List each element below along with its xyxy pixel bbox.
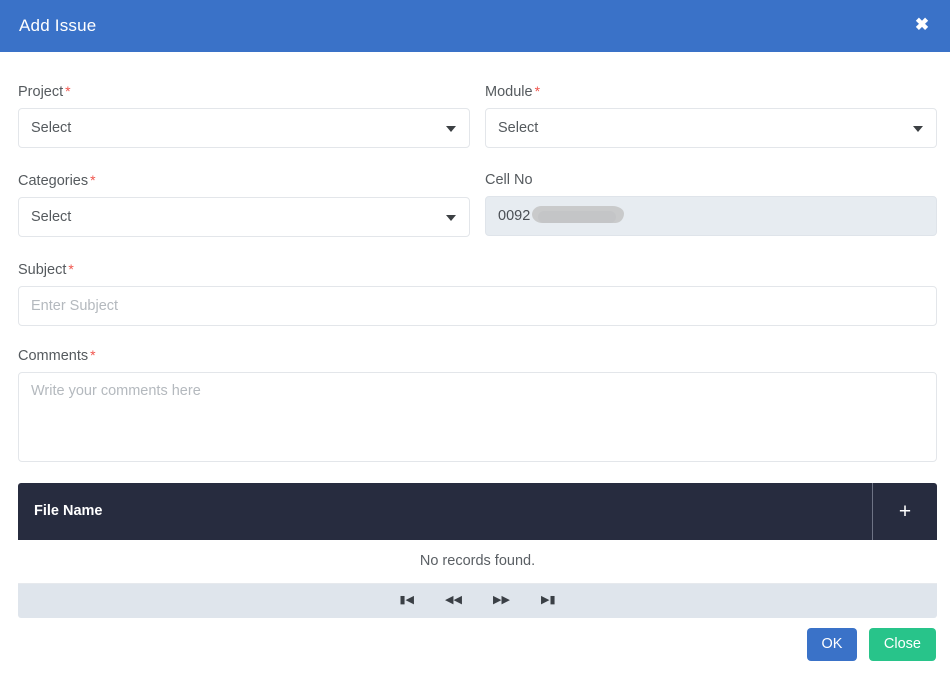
file-table: File Name + No records found. ▮◀ ◀◀ ▶▶ ▶… [18, 483, 937, 618]
column-divider [872, 483, 873, 540]
field-label-categories-text: Categories [18, 173, 88, 189]
module-select[interactable]: Select [485, 108, 937, 148]
ok-button[interactable]: OK [807, 628, 858, 661]
empty-state-message: No records found. [18, 540, 937, 584]
column-header-file-name: File Name [34, 503, 103, 519]
pagination-next-icon[interactable]: ▶▶ [493, 593, 510, 607]
pagination-first-icon[interactable]: ▮◀ [399, 593, 414, 607]
field-subject: Subject* [18, 260, 937, 326]
file-table-header: File Name + [18, 483, 937, 540]
pagination-controls: ▮◀ ◀◀ ▶▶ ▶▮ [18, 593, 937, 607]
redaction-overlay [532, 206, 624, 223]
pagination-last-icon[interactable]: ▶▮ [541, 593, 556, 607]
modal-header: Add Issue ✖ [0, 0, 950, 52]
comments-textarea[interactable] [18, 372, 937, 462]
required-marker: * [535, 83, 540, 99]
module-select-value: Select [498, 120, 538, 136]
chevron-down-icon [913, 126, 923, 132]
chevron-down-icon [446, 126, 456, 132]
close-icon[interactable]: ✖ [910, 13, 934, 37]
field-categories: Categories* Select [18, 171, 470, 237]
chevron-down-icon [446, 215, 456, 221]
field-cell-no: Cell No 0092 [485, 171, 937, 236]
required-marker: * [90, 172, 95, 188]
field-module: Module* Select [485, 82, 937, 148]
categories-select[interactable]: Select [18, 197, 470, 237]
field-label-categories: Categories* [18, 171, 470, 190]
pagination-bar: ▮◀ ◀◀ ▶▶ ▶▮ [18, 584, 937, 618]
close-button[interactable]: Close [869, 628, 936, 661]
field-label-comments: Comments* [18, 346, 937, 365]
field-label-cell-no: Cell No [485, 171, 937, 189]
required-marker: * [90, 347, 95, 363]
field-comments: Comments* [18, 346, 937, 467]
field-label-subject: Subject* [18, 260, 937, 279]
project-select[interactable]: Select [18, 108, 470, 148]
field-label-subject-text: Subject [18, 262, 66, 278]
field-label-module-text: Module [485, 84, 533, 100]
cell-no-field: 0092 [485, 196, 937, 236]
subject-input[interactable] [18, 286, 937, 326]
field-label-cell-no-text: Cell No [485, 172, 533, 188]
field-label-project-text: Project [18, 84, 63, 100]
modal-footer: OK Close [800, 628, 936, 661]
project-select-value: Select [31, 120, 71, 136]
page-title: Add Issue [19, 16, 96, 36]
pagination-previous-icon[interactable]: ◀◀ [445, 593, 462, 607]
field-label-module: Module* [485, 82, 937, 101]
field-label-project: Project* [18, 82, 470, 101]
field-project: Project* Select [18, 82, 470, 148]
required-marker: * [65, 83, 70, 99]
categories-select-value: Select [31, 209, 71, 225]
required-marker: * [68, 261, 73, 277]
plus-icon[interactable]: + [891, 502, 919, 522]
field-label-comments-text: Comments [18, 348, 88, 364]
cell-no-value: 0092 [498, 208, 530, 224]
